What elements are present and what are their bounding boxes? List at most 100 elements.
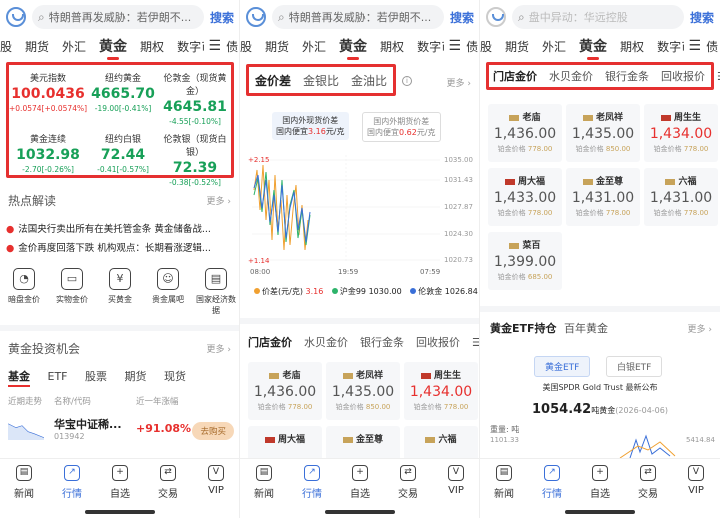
tab-gold[interactable]: 黄金 (339, 36, 367, 60)
tab-forex[interactable]: 外汇 (542, 38, 566, 55)
menu-icon[interactable]: ☰ (204, 34, 221, 58)
nav-news[interactable]: ▤ 新闻 (4, 465, 44, 518)
spread-chart[interactable]: +2.15 +1.14 1035.00 1031.43 1027.87 1024… (240, 150, 480, 300)
tab-options[interactable]: 期权 (140, 38, 164, 55)
news-item[interactable]: ● 法国央行卖出所有在美托管金条 黄金储备战... (6, 221, 236, 235)
tab-stock[interactable]: 股 (240, 38, 252, 55)
tab-futures[interactable]: 期货 (505, 38, 529, 55)
store-card[interactable]: 周生生 1,434.00 铂金价格 778.00 (644, 104, 718, 162)
tab-futures-invest[interactable]: 期货 (125, 370, 147, 383)
right-tick: 1027.87 (444, 203, 473, 211)
nav-news[interactable]: ▤ 新闻 (484, 465, 524, 518)
tab-silver-etf[interactable]: 白银ETF (606, 356, 663, 377)
search-button[interactable]: 搜索 (690, 9, 714, 26)
tab-shuibei-price[interactable]: 水贝金价 (304, 334, 348, 350)
quote-ny-silver[interactable]: 纽约白银 72.44 -0.41[-0.57%] (87, 126, 159, 187)
nav-vip[interactable]: V VIP (196, 465, 236, 518)
tab-bond[interactable]: 债 (226, 38, 238, 55)
tab-spot[interactable]: 现货 (164, 370, 186, 383)
search-button[interactable]: 搜索 (210, 9, 234, 26)
tab-options[interactable]: 期权 (380, 38, 404, 55)
search-bar: ⌕ 特朗普再发威胁：若伊朗不... 搜索 (0, 0, 239, 34)
left-tick: +1.14 (248, 257, 270, 265)
quote-london-gold[interactable]: 伦敦金（现货黄金） 4645.81 -4.55[-0.10%] (159, 65, 231, 126)
tab-futures[interactable]: 期货 (25, 38, 49, 55)
store-card[interactable]: 周大福 1,433.00 铂金价格 778.00 (488, 168, 562, 226)
tab-store-price[interactable]: 门店金价 (248, 334, 292, 350)
tab-gold[interactable]: 黄金 (99, 36, 127, 60)
shortcut-dark-price[interactable]: ◔ 暗盘金价 (1, 268, 47, 316)
shortcut-physical-price[interactable]: ▭ 实物金价 (49, 268, 95, 316)
tab-gold-etf[interactable]: 黄金ETF (534, 356, 591, 377)
futures-spread-box[interactable]: 国内外期货价差 国内便宜0.62元/克 (362, 112, 441, 143)
spread-more-link[interactable]: 更多 › (447, 76, 471, 89)
shortcut-buy-gold[interactable]: ¥ 买黄金 (97, 268, 143, 316)
tab-fund[interactable]: 基金 (8, 370, 30, 387)
tab-store-price[interactable]: 门店金价 (493, 68, 537, 84)
tab-bank-bar[interactable]: 银行金条 (605, 68, 649, 84)
tab-recycle-price[interactable]: 回收报价 (661, 68, 705, 84)
store-card[interactable]: 老凤祥 1,435.00 铂金价格 850.00 (326, 362, 400, 420)
search-button[interactable]: 搜索 (450, 9, 474, 26)
tab-futures[interactable]: 期货 (265, 38, 289, 55)
search-bar: ⌕ 盘中异动：华远控股 搜索 (480, 0, 720, 34)
tab-stock-invest[interactable]: 股票 (85, 370, 107, 383)
tab-forex[interactable]: 外汇 (62, 38, 86, 55)
tab-etf[interactable]: ETF (48, 370, 68, 383)
menu-icon[interactable]: ☰ (444, 34, 461, 58)
x-tick: 08:00 (250, 268, 270, 276)
tab-bank-bar[interactable]: 银行金条 (360, 334, 404, 350)
tab-forex[interactable]: 外汇 (302, 38, 326, 55)
tab-recycle-price[interactable]: 回收报价 (416, 334, 460, 350)
store-card[interactable]: 菜百 1,399.00 铂金价格 685.00 (488, 232, 562, 290)
store-card[interactable]: 老凤祥 1,435.00 铂金价格 850.00 (566, 104, 640, 162)
info-icon[interactable]: i (402, 76, 412, 86)
tab-stock[interactable]: 股 (480, 38, 492, 55)
right-tick: 1024.30 (444, 230, 473, 238)
store-card[interactable]: 金至尊 1,431.00 铂金价格 778.00 (566, 168, 640, 226)
nav-vip[interactable]: V VIP (676, 465, 716, 518)
tab-gold-oil-ratio[interactable]: 金油比 (351, 72, 387, 89)
etf-title[interactable]: 黄金ETF持仓 (490, 320, 557, 336)
quote-usd-index[interactable]: 美元指数 100.0436 +0.0574[+0.0574%] (9, 65, 87, 126)
tab-options[interactable]: 期权 (620, 38, 644, 55)
shortcut-economic-data[interactable]: ▤ 国家经济数据 (193, 268, 239, 316)
store-card[interactable]: 老庙 1,436.00 铂金价格 778.00 (248, 362, 322, 420)
century-gold-tab[interactable]: 百年黄金 (564, 320, 608, 336)
tab-bond[interactable]: 债 (466, 38, 478, 55)
hot-more-link[interactable]: 更多 › (207, 194, 231, 207)
news-item[interactable]: ● 金价再度回落下跌 机构观点：长期看涨逻辑... (6, 240, 236, 254)
shortcut-row: ◔ 暗盘金价 ▭ 实物金价 ¥ 买黄金 ☺ 贵金属吧 ▤ 国家经济数据 (0, 268, 239, 316)
spot-spread-box[interactable]: 国内外现货价差 国内便宜3.16元/克 (272, 112, 349, 141)
etf-more-link[interactable]: 更多 › (688, 322, 712, 335)
tab-stock[interactable]: 股 (0, 38, 12, 55)
hot-title: 热点解读 (8, 194, 57, 208)
search-input[interactable]: ⌕ 盘中异动：华远控股 (512, 5, 684, 29)
etf-chart[interactable] (520, 430, 680, 458)
store-price-grid: 老庙 1,436.00 铂金价格 778.00 老凤祥 1,435.00 铂金价格 85… (488, 104, 718, 290)
tab-gold[interactable]: 黄金 (579, 36, 607, 60)
menu-icon[interactable]: ☰ (472, 336, 479, 349)
store-card[interactable]: 六福 1,431.00 铂金价格 778.00 (644, 168, 718, 226)
tab-shuibei-price[interactable]: 水贝金价 (549, 68, 593, 84)
search-input[interactable]: ⌕ 特朗普再发威胁：若伊朗不... (32, 5, 204, 29)
vip-icon: V (688, 465, 704, 481)
invest-more-link[interactable]: 更多 › (207, 342, 231, 355)
fund-row[interactable]: 华宝中证稀... 013942 +91.08% 去购买 (8, 414, 234, 450)
quote-london-silver[interactable]: 伦敦银（现货白银） 72.39 -0.38[-0.52%] (159, 126, 231, 187)
quote-ny-gold[interactable]: 纽约黄金 4665.70 -19.00[-0.41%] (87, 65, 159, 126)
nav-vip[interactable]: V VIP (436, 465, 476, 518)
buy-fund-button[interactable]: 去购买 (192, 422, 234, 440)
store-card[interactable]: 老庙 1,436.00 铂金价格 778.00 (488, 104, 562, 162)
shortcut-metals-forum[interactable]: ☺ 贵金属吧 (145, 268, 191, 316)
search-icon: ⌕ (38, 9, 45, 24)
nav-news[interactable]: ▤ 新闻 (244, 465, 284, 518)
menu-icon[interactable]: ☰ (684, 34, 701, 58)
weight-label: 重量: 吨 (490, 425, 520, 434)
store-card[interactable]: 周生生 1,434.00 铂金价格 778.00 (404, 362, 478, 420)
quote-gold-continuous[interactable]: 黄金连续 1032.98 -2.70[-0.26%] (9, 126, 87, 187)
tab-price-spread[interactable]: 金价差 (255, 72, 291, 89)
tab-bond[interactable]: 债 (706, 38, 718, 55)
tab-gold-silver-ratio[interactable]: 金银比 (303, 72, 339, 89)
search-input[interactable]: ⌕ 特朗普再发威胁：若伊朗不... (272, 5, 444, 29)
